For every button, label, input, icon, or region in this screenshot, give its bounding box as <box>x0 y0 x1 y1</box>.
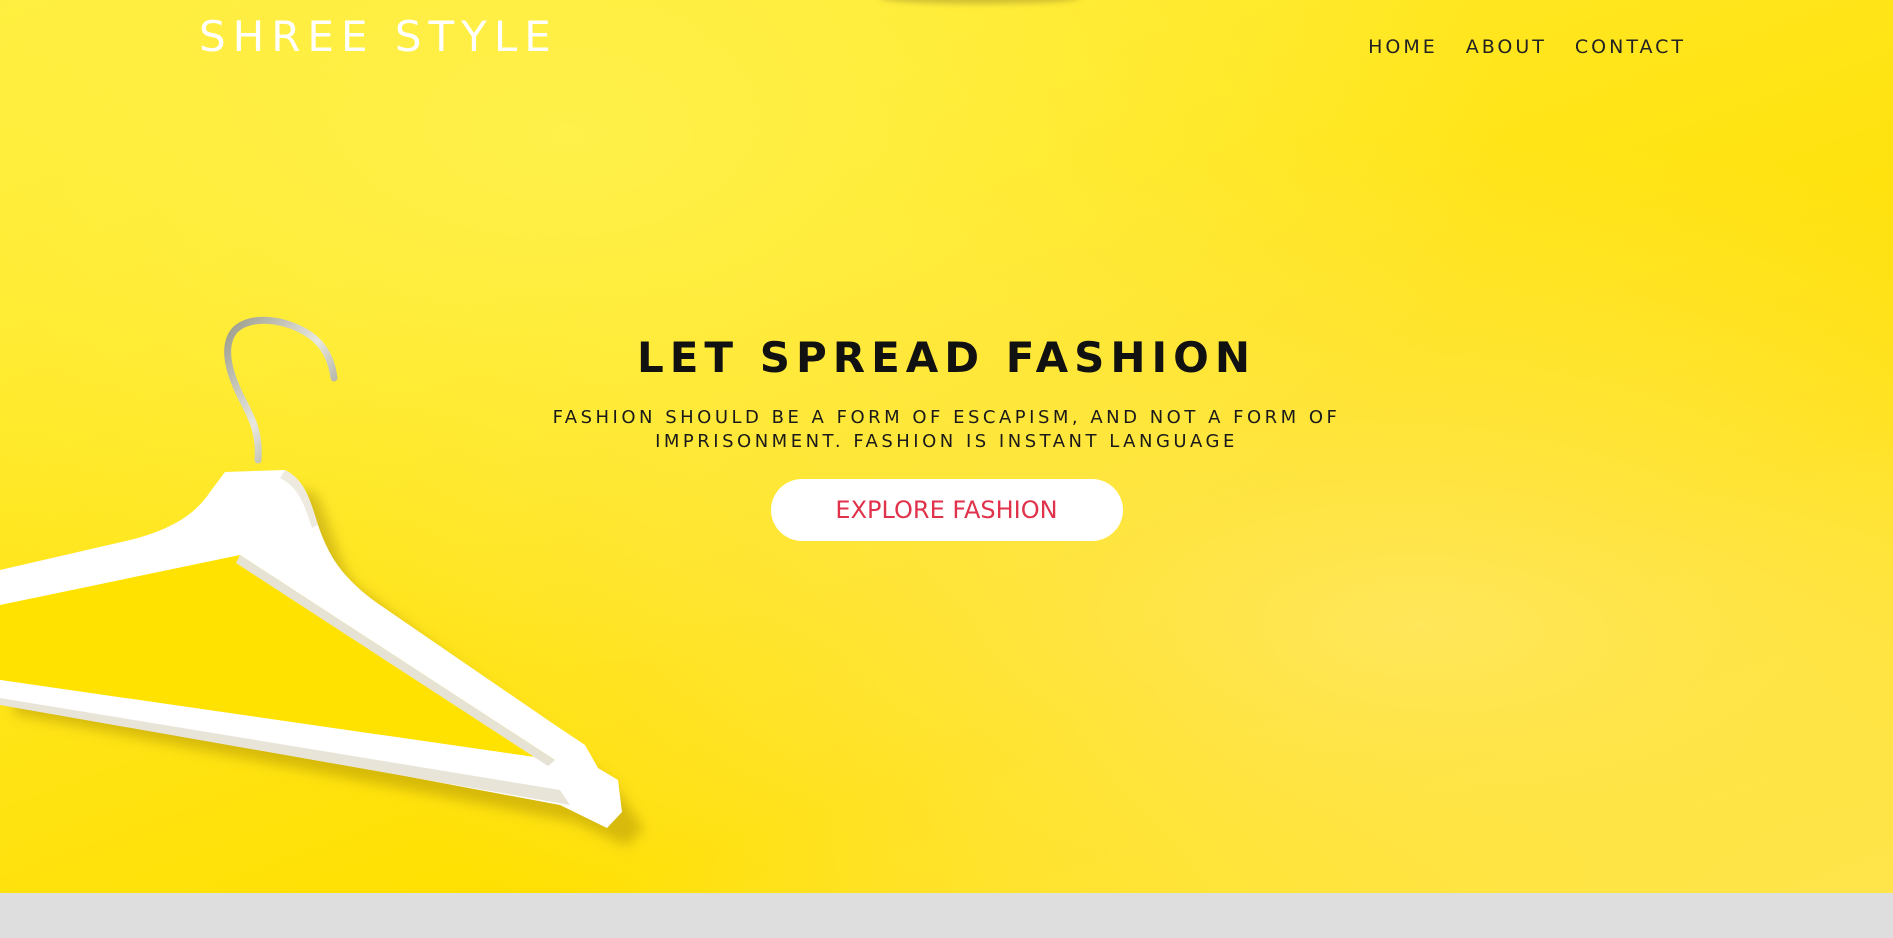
main-nav: HOME ABOUT CONTACT <box>1368 36 1686 58</box>
hero-tagline: FASHION SHOULD BE A FORM OF ESCAPISM, AN… <box>552 407 1341 452</box>
nav-contact-link[interactable]: CONTACT <box>1575 36 1686 58</box>
hero-content: LET SPREAD FASHION FASHION SHOULD BE A F… <box>0 333 1893 541</box>
brand-logo[interactable]: SHREE STYLE <box>199 12 558 61</box>
nav-home-link[interactable]: HOME <box>1368 36 1438 58</box>
hero-headline: LET SPREAD FASHION <box>636 333 1257 382</box>
explore-fashion-button[interactable]: EXPLORE FASHION <box>770 479 1123 541</box>
nav-about-link[interactable]: ABOUT <box>1466 36 1547 58</box>
page: SHREE STYLE HOME ABOUT CONTACT LET SPREA… <box>0 0 1893 938</box>
hero-section: SHREE STYLE HOME ABOUT CONTACT LET SPREA… <box>0 0 1893 893</box>
